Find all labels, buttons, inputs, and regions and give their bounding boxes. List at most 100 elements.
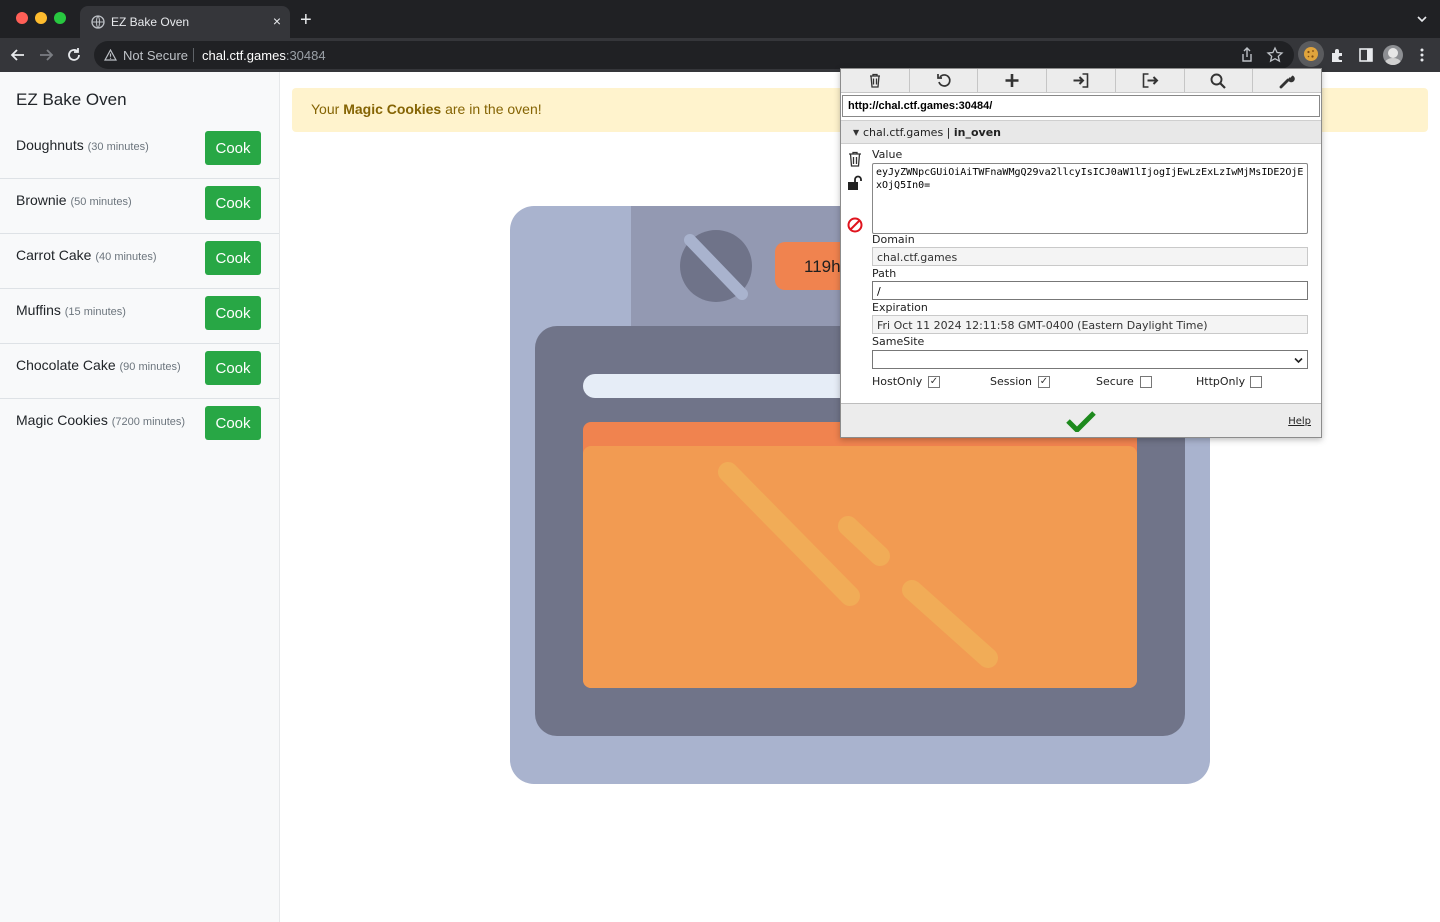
- address-bar[interactable]: Not Secure chal.ctf.games:30484: [94, 41, 1294, 69]
- delete-all-button[interactable]: [841, 69, 910, 92]
- samesite-select[interactable]: [872, 350, 1308, 369]
- collapse-triangle-icon[interactable]: ▼: [853, 128, 859, 137]
- security-label[interactable]: Not Secure: [123, 48, 188, 63]
- recipe-time: (50 minutes): [70, 196, 132, 208]
- help-link[interactable]: Help: [1288, 416, 1311, 427]
- recipe-name: Doughnuts: [16, 137, 84, 153]
- recipe-time: (30 minutes): [87, 141, 149, 153]
- path-input[interactable]: /: [872, 281, 1308, 300]
- recipe-name: Carrot Cake: [16, 247, 92, 263]
- recipe-label: Chocolate Cake (90 minutes): [16, 357, 181, 373]
- recipe-time: (7200 minutes): [111, 416, 186, 428]
- recipe-item-brownie: Brownie (50 minutes) Cook: [0, 179, 279, 234]
- url-text[interactable]: chal.ctf.games:30484: [202, 48, 326, 63]
- hostonly-label: HostOnly: [872, 375, 923, 388]
- forward-arrow-icon[interactable]: [37, 46, 55, 64]
- secure-label: Secure: [1096, 375, 1134, 388]
- recipe-label: Muffins (15 minutes): [16, 302, 126, 318]
- unlock-icon[interactable]: [847, 175, 863, 191]
- add-cookie-button[interactable]: [978, 69, 1048, 92]
- browser-tab-strip: EZ Bake Oven × +: [0, 0, 1440, 38]
- recipe-label: Doughnuts (30 minutes): [16, 137, 149, 153]
- recipe-item-magic-cookies: Magic Cookies (7200 minutes) Cook: [0, 399, 279, 454]
- session-label: Session: [990, 375, 1032, 388]
- path-label: Path: [872, 267, 897, 280]
- cook-button[interactable]: Cook: [205, 406, 261, 440]
- warning-icon[interactable]: [104, 49, 117, 61]
- expiration-input[interactable]: Fri Oct 11 2024 12:11:58 GMT-0400 (Easte…: [872, 315, 1308, 334]
- cookie-row-header[interactable]: ▼ chal.ctf.games | in_oven: [841, 120, 1321, 144]
- alert-message: Your Magic Cookies are in the oven!: [311, 101, 542, 117]
- cookie-icon: [1304, 47, 1318, 61]
- wrench-icon: [1279, 75, 1295, 89]
- cook-button[interactable]: Cook: [205, 131, 261, 165]
- expiration-label: Expiration: [872, 301, 928, 314]
- recipe-label: Brownie (50 minutes): [16, 192, 132, 208]
- alert-recipe-name: Magic Cookies: [343, 101, 442, 117]
- alert-prefix: Your: [311, 101, 344, 117]
- side-panel-icon[interactable]: [1357, 46, 1375, 64]
- samesite-label: SameSite: [872, 335, 925, 348]
- cookie-title: chal.ctf.games | in_oven: [863, 126, 1001, 139]
- url-host: chal.ctf.games: [202, 48, 286, 63]
- recipe-time: (40 minutes): [95, 251, 157, 263]
- window-minimize-button[interactable]: [35, 12, 47, 24]
- recipe-item-doughnuts: Doughnuts (30 minutes) Cook: [0, 124, 279, 179]
- browser-tab[interactable]: EZ Bake Oven ×: [80, 6, 290, 38]
- hostonly-checkbox[interactable]: ✓: [928, 376, 940, 388]
- back-arrow-icon[interactable]: [9, 46, 27, 64]
- value-label: Value: [872, 148, 903, 161]
- share-icon[interactable]: [1238, 46, 1256, 64]
- more-menu-icon[interactable]: [1413, 46, 1431, 64]
- recipe-item-chocolate-cake: Chocolate Cake (90 minutes) Cook: [0, 344, 279, 399]
- window-close-button[interactable]: [16, 12, 28, 24]
- domain-input[interactable]: chal.ctf.games: [872, 247, 1308, 266]
- globe-icon: [91, 15, 105, 29]
- cookie-editor-footer: Help: [841, 403, 1321, 437]
- reload-icon[interactable]: [65, 46, 83, 64]
- profile-avatar[interactable]: [1383, 45, 1403, 65]
- export-button[interactable]: [1116, 69, 1185, 92]
- recipe-time: (90 minutes): [119, 361, 181, 373]
- recipe-item-carrot-cake: Carrot Cake (40 minutes) Cook: [0, 234, 279, 289]
- tab-close-icon[interactable]: ×: [273, 13, 281, 29]
- chevron-down-icon: [1294, 357, 1303, 364]
- tab-search-chevron-icon[interactable]: [1416, 13, 1428, 25]
- cook-button[interactable]: Cook: [205, 296, 261, 330]
- recipe-name: Chocolate Cake: [16, 357, 116, 373]
- block-icon[interactable]: [847, 217, 863, 233]
- cookie-value-textarea[interactable]: eyJyZWNpcGUiOiAiTWFnaWMgQ29va2llcyIsICJ0…: [872, 163, 1308, 234]
- new-tab-button[interactable]: +: [300, 10, 312, 30]
- cookie-domain: chal.ctf.games: [863, 126, 944, 139]
- options-button[interactable]: [1253, 69, 1321, 92]
- cookie-extension-button[interactable]: [1298, 41, 1324, 67]
- session-checkbox[interactable]: ✓: [1038, 376, 1050, 388]
- alert-suffix: are in the oven!: [441, 101, 542, 117]
- browser-toolbar: Not Secure chal.ctf.games:30484: [0, 38, 1440, 72]
- recipe-name: Brownie: [16, 192, 67, 208]
- oven-timer: 119h: [804, 257, 841, 276]
- puzzle-icon[interactable]: [1329, 46, 1347, 64]
- url-port: :30484: [285, 48, 326, 63]
- secure-checkbox[interactable]: [1140, 376, 1152, 388]
- search-button[interactable]: [1185, 69, 1254, 92]
- refresh-button[interactable]: [910, 69, 979, 92]
- tab-title: EZ Bake Oven: [111, 15, 190, 29]
- cook-button[interactable]: Cook: [205, 351, 261, 385]
- recipe-name: Muffins: [16, 302, 61, 318]
- cookie-url-field[interactable]: http://chal.ctf.games:30484/: [842, 95, 1320, 117]
- import-button[interactable]: [1047, 69, 1116, 92]
- delete-cookie-icon[interactable]: [847, 151, 863, 167]
- bookmark-star-icon[interactable]: [1266, 46, 1284, 64]
- save-checkmark-icon[interactable]: [1066, 410, 1096, 432]
- cookie-separator: |: [943, 126, 954, 139]
- plus-icon: [1005, 74, 1019, 87]
- window-zoom-button[interactable]: [54, 12, 66, 24]
- recipe-name: Magic Cookies: [16, 412, 108, 428]
- recipe-sidebar: EZ Bake Oven Doughnuts (30 minutes) Cook…: [0, 72, 280, 922]
- cook-button[interactable]: Cook: [205, 186, 261, 220]
- httponly-checkbox[interactable]: [1250, 376, 1262, 388]
- recipe-item-muffins: Muffins (15 minutes) Cook: [0, 289, 279, 344]
- cook-button[interactable]: Cook: [205, 241, 261, 275]
- cookie-editor-popup: http://chal.ctf.games:30484/ ▼ chal.ctf.…: [840, 68, 1322, 438]
